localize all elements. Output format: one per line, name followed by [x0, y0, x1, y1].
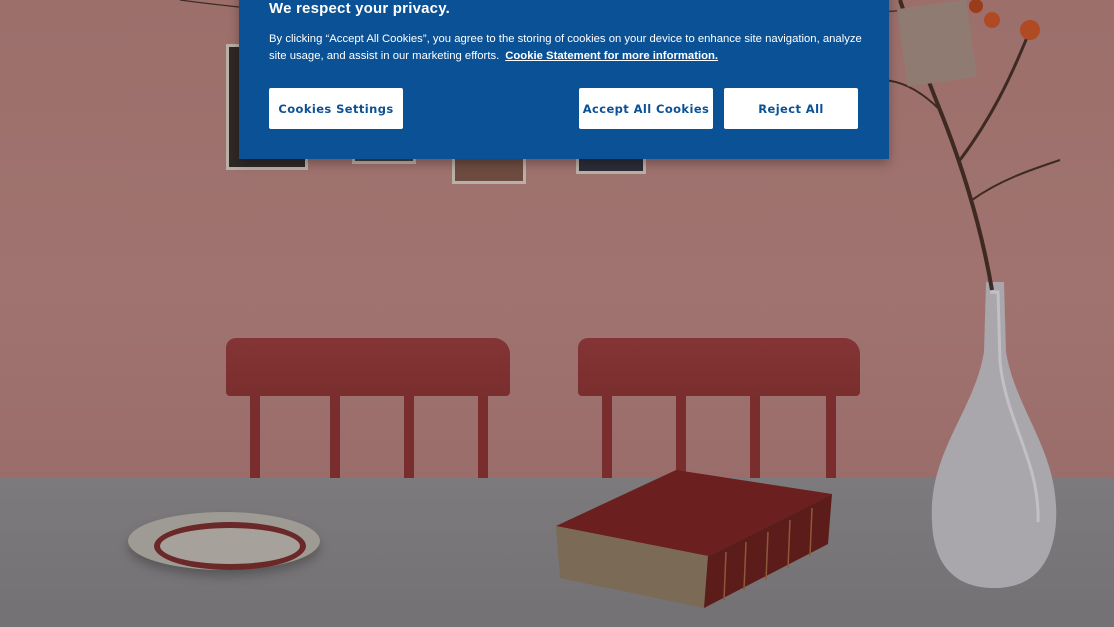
cookie-banner-text: By clicking “Accept All Cookies”, you ag… — [269, 31, 869, 65]
reject-all-button[interactable]: Reject All — [724, 88, 858, 129]
cookies-settings-button[interactable]: Cookies Settings — [269, 88, 403, 129]
cookie-consent-banner: We respect your privacy. By clicking “Ac… — [239, 0, 889, 159]
cookie-statement-link[interactable]: Cookie Statement for more information. — [505, 50, 718, 62]
accept-all-cookies-button[interactable]: Accept All Cookies — [579, 88, 713, 129]
cookie-banner-title: We respect your privacy. — [269, 0, 450, 17]
